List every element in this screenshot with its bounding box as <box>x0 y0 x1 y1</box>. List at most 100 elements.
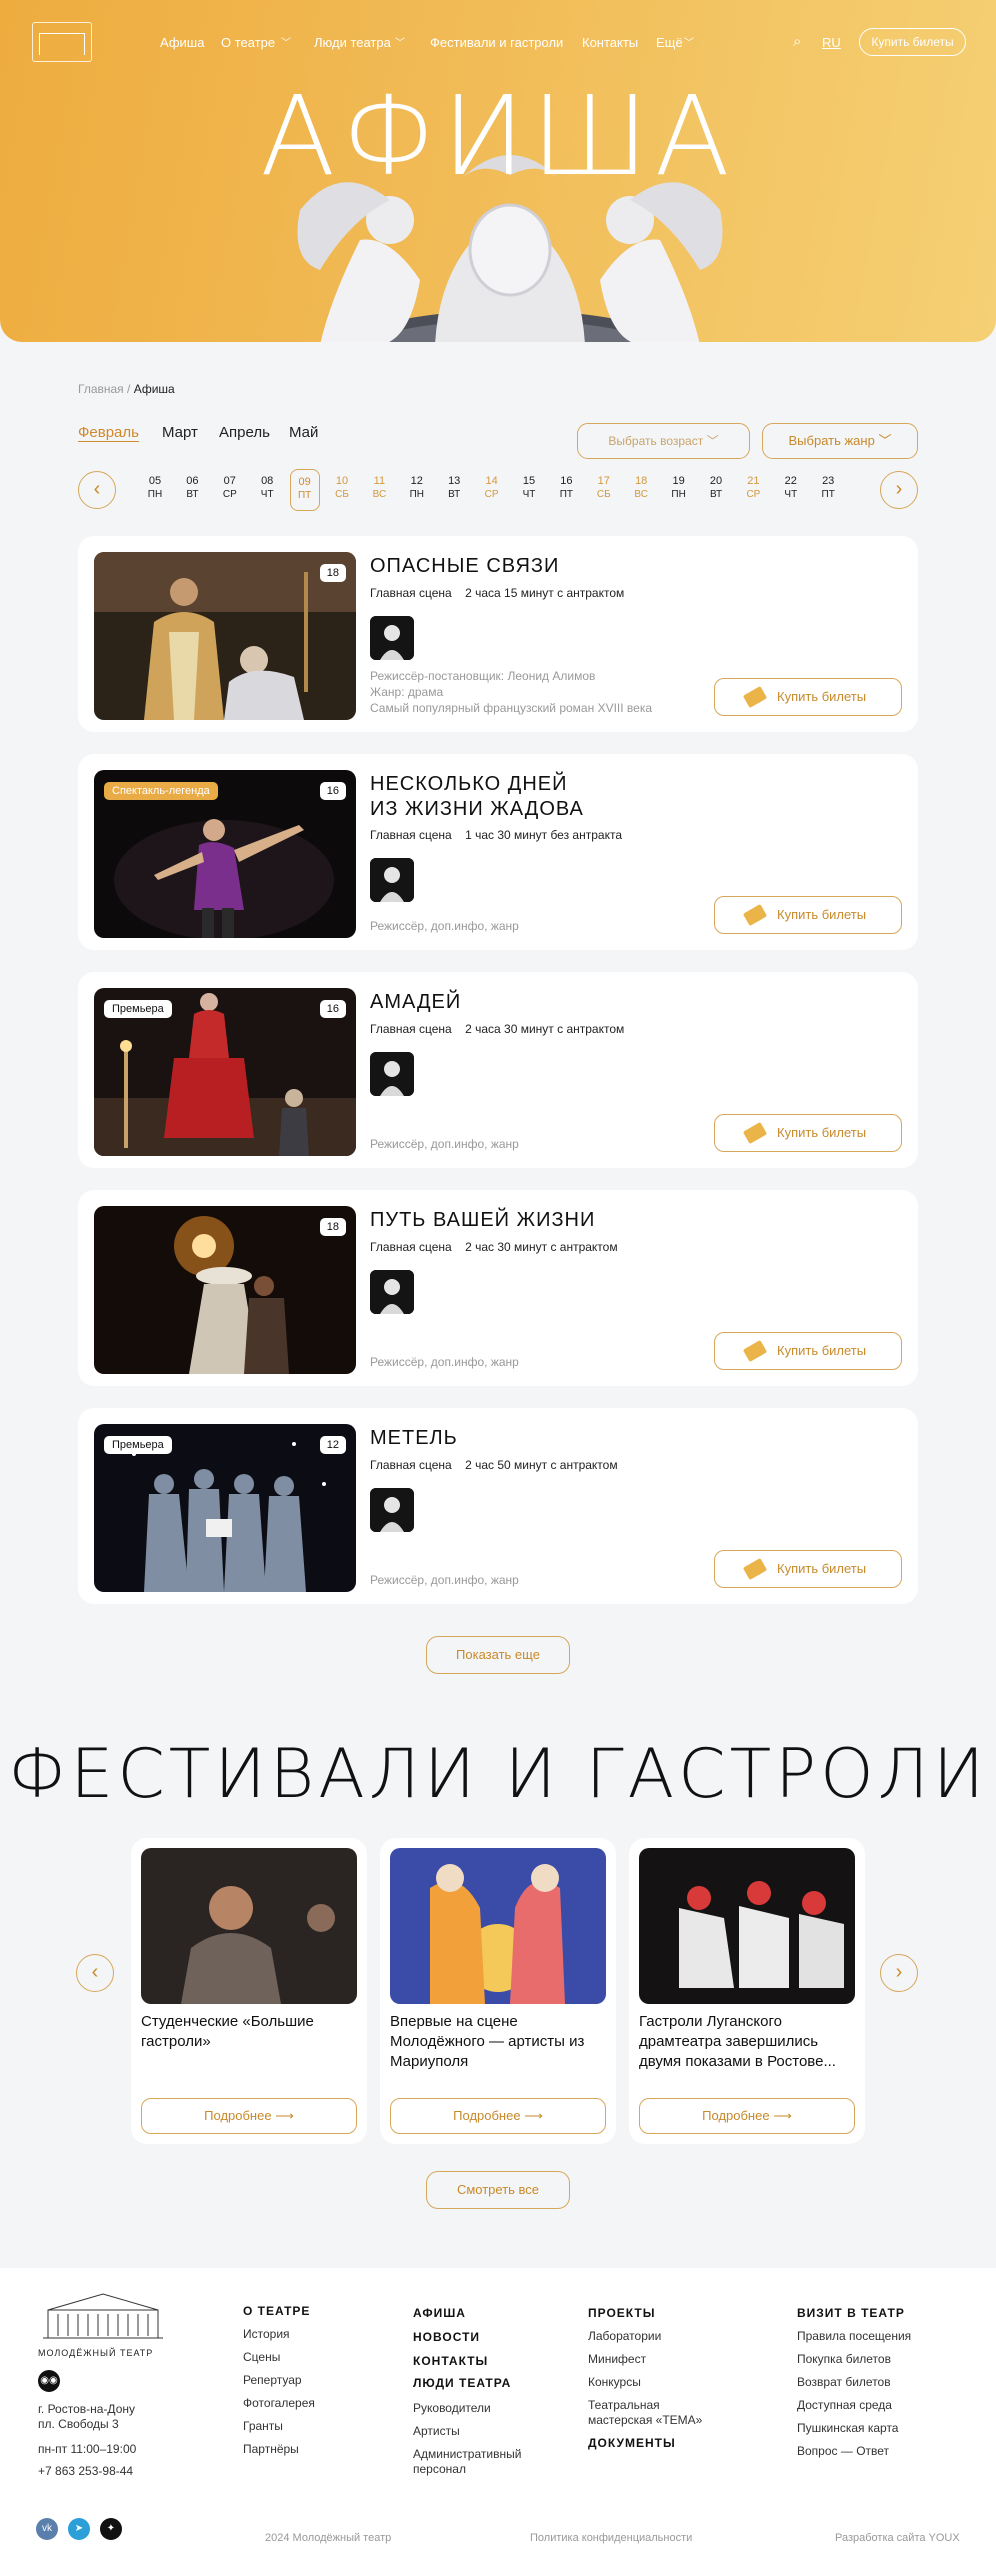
footer-link[interactable]: Артисты <box>413 2424 460 2439</box>
footer-link[interactable]: Гранты <box>243 2419 283 2434</box>
footer-link[interactable]: Сцены <box>243 2350 280 2365</box>
footer-heading-projects[interactable]: ПРОЕКТЫ <box>588 2306 656 2320</box>
event-title[interactable]: Несколько дней из жизни Жадова <box>370 772 600 822</box>
date-item[interactable]: 08 ЧТ <box>252 474 282 502</box>
month-tab[interactable]: Февраль <box>78 424 139 441</box>
festival-card[interactable]: Студенческие «Большие гастроли» Подробне… <box>131 1838 367 2144</box>
festival-card[interactable]: Впервые на сцене Молодёжного — артисты и… <box>380 1838 616 2144</box>
date-item[interactable]: 10 СБ <box>327 474 357 502</box>
nav-item-contacts[interactable]: Контакты <box>582 35 638 50</box>
event-card[interactable]: 18 Опасные связи Главная сцена 2 часа 15… <box>78 536 918 732</box>
event-title[interactable]: Опасные связи <box>370 554 559 579</box>
see-all-button[interactable]: Смотреть все <box>426 2171 570 2209</box>
footer-heading-people[interactable]: ЛЮДИ ТЕАТРА <box>413 2376 511 2390</box>
buy-tickets-button[interactable]: Купить билеты <box>714 1550 902 1588</box>
ok-icon[interactable]: ✦ <box>100 2518 122 2540</box>
footer-link[interactable]: Минифест <box>588 2352 646 2367</box>
footer-link[interactable]: Партнёры <box>243 2442 299 2457</box>
nav-item-people[interactable]: Люди театра <box>314 35 391 50</box>
footer-heading-about[interactable]: О ТЕАТРЕ <box>243 2304 310 2318</box>
footer-link[interactable]: Покупка билетов <box>797 2352 891 2367</box>
genre-filter-select[interactable]: Выбрать жанр ﹀ <box>762 423 918 459</box>
month-tab[interactable]: Апрель <box>219 424 270 441</box>
buy-tickets-button[interactable]: Купить билеты <box>714 1114 902 1152</box>
more-button[interactable]: Подробнее ⟶ <box>141 2098 357 2134</box>
date-item[interactable]: 19 ПН <box>664 474 694 502</box>
event-card[interactable]: Премьера 16 Амадей Главная сцена 2 часа … <box>78 972 918 1168</box>
date-item[interactable]: 11 ВС <box>364 474 394 502</box>
next-dates-button[interactable]: › <box>880 471 918 509</box>
event-card[interactable]: Спектакль-легенда 16 Несколько дней из ж… <box>78 754 918 950</box>
footer-link[interactable]: История <box>243 2327 290 2342</box>
telegram-icon[interactable]: ➤ <box>68 2518 90 2540</box>
footer-link[interactable]: Вопрос — Ответ <box>797 2444 889 2459</box>
show-more-button[interactable]: Показать еще <box>426 1636 570 1674</box>
developer-link[interactable]: Разработка сайта YOUX <box>835 2532 960 2544</box>
carousel-next-button[interactable]: › <box>880 1954 918 1992</box>
festival-title[interactable]: Студенческие «Большие гастроли» <box>141 2012 357 2052</box>
event-title[interactable]: Метель <box>370 1426 458 1451</box>
age-filter-select[interactable]: Выбрать возраст ﹀ <box>577 423 750 459</box>
footer-link[interactable]: Руководители <box>413 2401 491 2416</box>
accessibility-icon[interactable]: ◉◉ <box>38 2370 60 2392</box>
event-card[interactable]: 18 Путь вашей жизни Главная сцена 2 час … <box>78 1190 918 1386</box>
prev-dates-button[interactable]: ‹ <box>78 471 116 509</box>
event-title[interactable]: Путь вашей жизни <box>370 1208 595 1233</box>
footer-heading-visit[interactable]: ВИЗИТ В ТЕАТР <box>797 2306 905 2320</box>
date-item[interactable]: 23 ПТ <box>813 474 843 502</box>
buy-tickets-button[interactable]: Купить билеты <box>714 678 902 716</box>
nav-item-afisha[interactable]: Афиша <box>160 35 204 50</box>
nav-item-festivals[interactable]: Фестивали и гастроли <box>430 35 563 50</box>
date-item[interactable]: 06 ВТ <box>177 474 207 502</box>
footer-heading-news[interactable]: НОВОСТИ <box>413 2330 480 2344</box>
breadcrumb-home[interactable]: Главная <box>78 382 124 396</box>
footer-link[interactable]: Возврат билетов <box>797 2375 891 2390</box>
festival-title[interactable]: Впервые на сцене Молодёжного — артисты и… <box>390 2012 606 2072</box>
privacy-policy-link[interactable]: Политика конфиденциальности <box>530 2532 692 2544</box>
footer-heading-contacts[interactable]: КОНТАКТЫ <box>413 2354 488 2368</box>
footer-link[interactable]: Театральная мастерская «ТЕМА» <box>588 2398 718 2428</box>
footer-link[interactable]: Конкурсы <box>588 2375 641 2390</box>
footer-link[interactable]: Правила посещения <box>797 2329 911 2344</box>
date-item[interactable]: 14 СР <box>477 474 507 502</box>
festival-card[interactable]: Гастроли Луганского драмтеатра завершили… <box>629 1838 865 2144</box>
month-tab[interactable]: Май <box>289 424 318 441</box>
footer-heading-afisha[interactable]: АФИША <box>413 2306 466 2320</box>
footer-link[interactable]: Пушкинская карта <box>797 2421 898 2436</box>
date-item[interactable]: 22 ЧТ <box>776 474 806 502</box>
event-title[interactable]: Амадей <box>370 990 461 1015</box>
more-button[interactable]: Подробнее ⟶ <box>390 2098 606 2134</box>
date-item[interactable]: 21 СР <box>738 474 768 502</box>
date-item[interactable]: 12 ПН <box>402 474 432 502</box>
footer-link[interactable]: Доступная среда <box>797 2398 892 2413</box>
date-item[interactable]: 07 СР <box>215 474 245 502</box>
buy-tickets-button[interactable]: Купить билеты <box>714 896 902 934</box>
date-item[interactable]: 05 ПН <box>140 474 170 502</box>
theatre-logo[interactable] <box>32 22 92 62</box>
date-item[interactable]: 17 СБ <box>589 474 619 502</box>
buy-tickets-button[interactable]: Купить билеты <box>714 1332 902 1370</box>
more-button[interactable]: Подробнее ⟶ <box>639 2098 855 2134</box>
language-switch[interactable]: RU <box>822 35 841 50</box>
event-card[interactable]: Премьера 12 Метель Главная сцена 2 час 5… <box>78 1408 918 1604</box>
footer-link[interactable]: Лаборатории <box>588 2329 661 2344</box>
date-item[interactable]: 18 ВС <box>626 474 656 502</box>
vk-icon[interactable]: vk <box>36 2518 58 2540</box>
footer-link[interactable]: Административный персонал <box>413 2447 543 2477</box>
search-icon[interactable]: ⌕ <box>793 33 801 50</box>
theatre-building-logo[interactable] <box>38 2288 168 2344</box>
footer-heading-documents[interactable]: ДОКУМЕНТЫ <box>588 2436 676 2450</box>
festival-title[interactable]: Гастроли Луганского драмтеатра завершили… <box>639 2012 855 2072</box>
footer-link[interactable]: Фотогалерея <box>243 2396 315 2411</box>
date-item[interactable]: 16 ПТ <box>551 474 581 502</box>
date-item[interactable]: 20 ВТ <box>701 474 731 502</box>
date-item[interactable]: 13 ВТ <box>439 474 469 502</box>
month-tab[interactable]: Март <box>162 424 198 441</box>
nav-item-more[interactable]: Ещё <box>656 35 683 50</box>
nav-item-about[interactable]: О театре <box>221 35 275 50</box>
buy-tickets-button[interactable]: Купить билеты <box>859 28 966 56</box>
date-item[interactable]: 15 ЧТ <box>514 474 544 502</box>
footer-link[interactable]: Репертуар <box>243 2373 302 2388</box>
carousel-prev-button[interactable]: ‹ <box>76 1954 114 1992</box>
footer-phone[interactable]: +7 863 253-98-44 <box>38 2464 133 2479</box>
